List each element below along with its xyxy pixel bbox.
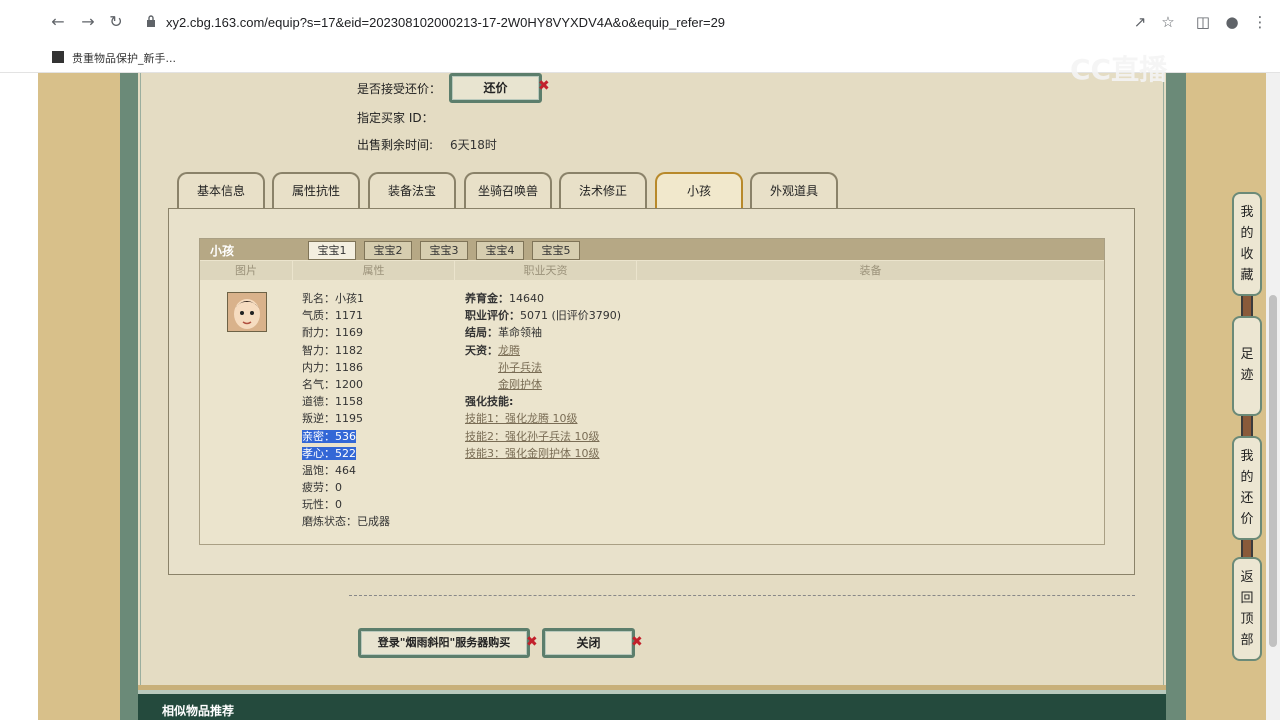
attr-filial: 孝心：522 [302, 447, 356, 460]
divider [349, 595, 1135, 596]
left-strip [0, 73, 38, 720]
tab-appearance[interactable]: 外观道具 [750, 172, 838, 208]
attr-fatigue: 疲劳：0 [302, 481, 342, 494]
child-panel-title: 小孩 [210, 244, 235, 258]
tab-equipment[interactable]: 装备法宝 [368, 172, 456, 208]
accept-counter-label: 是否接受还价： [357, 82, 442, 96]
subtab-baby-5[interactable]: 宝宝5 [532, 241, 580, 260]
buyer-id-label: 指定买家 ID： [357, 111, 434, 125]
counter-offer-button[interactable]: 还价 [449, 73, 542, 103]
col-attributes: 属性 [293, 261, 455, 280]
remaining-time-value: 6天18时 [450, 138, 497, 152]
attr-intimacy: 亲密：536 [302, 430, 356, 443]
column-header: 图片 属性 职业天资 装备 [200, 261, 1104, 280]
buy-login-button[interactable]: 登录"烟雨斜阳"服务器购买 [358, 628, 530, 658]
tab-spell-mods[interactable]: 法术修正 [559, 172, 647, 208]
my-favorites-button[interactable]: 我的收藏 [1232, 192, 1262, 296]
attr-nickname: 乳名：小孩1 [302, 292, 364, 305]
attr-morality: 道德：1158 [302, 395, 363, 408]
right-frame [1166, 73, 1186, 720]
watermark-logo: CC直播 [1070, 53, 1168, 86]
sidebar-connector [1241, 416, 1253, 436]
career-money: 养育金：14640 [465, 292, 544, 305]
talent-link-3[interactable]: 金刚护体 [498, 377, 542, 392]
career-talent: 天资：龙腾 [465, 344, 520, 357]
attr-rebellion: 叛逆：1195 [302, 412, 363, 425]
subtab-baby-1[interactable]: 宝宝1 [308, 241, 356, 260]
subtab-baby-4[interactable]: 宝宝4 [476, 241, 524, 260]
recommend-title: 相似物品推荐 [162, 704, 235, 718]
left-pattern [38, 73, 120, 720]
bookmark-item[interactable]: 贵重物品保护_新手... [72, 50, 176, 66]
scrollbar-thumb[interactable] [1269, 295, 1277, 647]
tab-child[interactable]: 小孩 [655, 172, 743, 208]
sidebar-connector [1241, 296, 1253, 316]
url-text: xy2.cbg.163.com/equip?s=17&eid=202308102… [166, 15, 726, 30]
attr-training-status: 磨炼状态：已成器 [302, 515, 390, 528]
cross-icon: ✖ [631, 634, 643, 650]
talent-link-2[interactable]: 孙子兵法 [498, 360, 542, 375]
career-ending: 结局：革命领袖 [465, 326, 542, 339]
col-career: 职业天资 [455, 261, 637, 280]
attr-fame: 名气：1200 [302, 378, 363, 391]
attr-inner-power: 内力：1186 [302, 361, 363, 374]
reload-icon[interactable]: ↻ [106, 12, 126, 32]
skill-link-2[interactable]: 技能2：强化孙子兵法 10级 [465, 429, 600, 444]
forward-icon[interactable]: → [78, 12, 98, 32]
side-panel-icon[interactable]: ◫ [1193, 12, 1213, 32]
bookmark-favicon-icon [52, 51, 64, 63]
menu-icon[interactable]: ⋮ [1250, 12, 1270, 32]
bookmark-star-icon[interactable]: ☆ [1158, 12, 1178, 32]
left-frame [120, 73, 138, 720]
footprints-button[interactable]: 足迹 [1232, 316, 1262, 416]
address-bar[interactable]: xy2.cbg.163.com/equip?s=17&eid=202308102… [138, 8, 1260, 38]
share-icon[interactable]: ↗ [1130, 12, 1150, 32]
attr-satiety: 温饱：464 [302, 464, 356, 477]
career-rating: 职业评价：5071 (旧评价3790) [465, 309, 622, 322]
tab-attributes[interactable]: 属性抗性 [272, 172, 360, 208]
attr-intelligence: 智力：1182 [302, 344, 363, 357]
lock-icon [147, 15, 155, 27]
browser-toolbar: ← → ↻ xy2.cbg.163.com/equip?s=17&eid=202… [0, 0, 1280, 44]
child-portrait-image [227, 292, 267, 332]
profile-icon[interactable]: ● [1222, 12, 1242, 32]
my-counter-offers-button[interactable]: 我的还价 [1232, 436, 1262, 540]
col-picture: 图片 [200, 261, 293, 280]
recommend-bar: 相似物品推荐 [138, 690, 1166, 720]
remaining-time-label: 出售剩余时间: [357, 138, 434, 152]
subtab-baby-2[interactable]: 宝宝2 [364, 241, 412, 260]
attr-playfulness: 玩性：0 [302, 498, 342, 511]
skill-link-3[interactable]: 技能3：强化金刚护体 10级 [465, 446, 600, 461]
subtab-baby-3[interactable]: 宝宝3 [420, 241, 468, 260]
close-button[interactable]: 关闭 [542, 628, 635, 658]
cross-icon: ✖ [526, 634, 538, 650]
tab-mounts-pets[interactable]: 坐骑召唤兽 [464, 172, 552, 208]
attr-temperament: 气质：1171 [302, 309, 363, 322]
cross-icon: ✖ [538, 78, 550, 94]
back-to-top-button[interactable]: 返回顶部 [1232, 557, 1262, 661]
scrollbar[interactable] [1266, 73, 1280, 720]
col-equipment: 装备 [859, 264, 882, 277]
tab-basic-info[interactable]: 基本信息 [177, 172, 265, 208]
back-icon[interactable]: ← [48, 12, 68, 32]
enhanced-skills-label: 强化技能: [465, 395, 514, 408]
skill-link-1[interactable]: 技能1：强化龙腾 10级 [465, 411, 578, 426]
talent-link-1[interactable]: 龙腾 [498, 344, 520, 357]
attr-stamina: 耐力：1169 [302, 326, 363, 339]
